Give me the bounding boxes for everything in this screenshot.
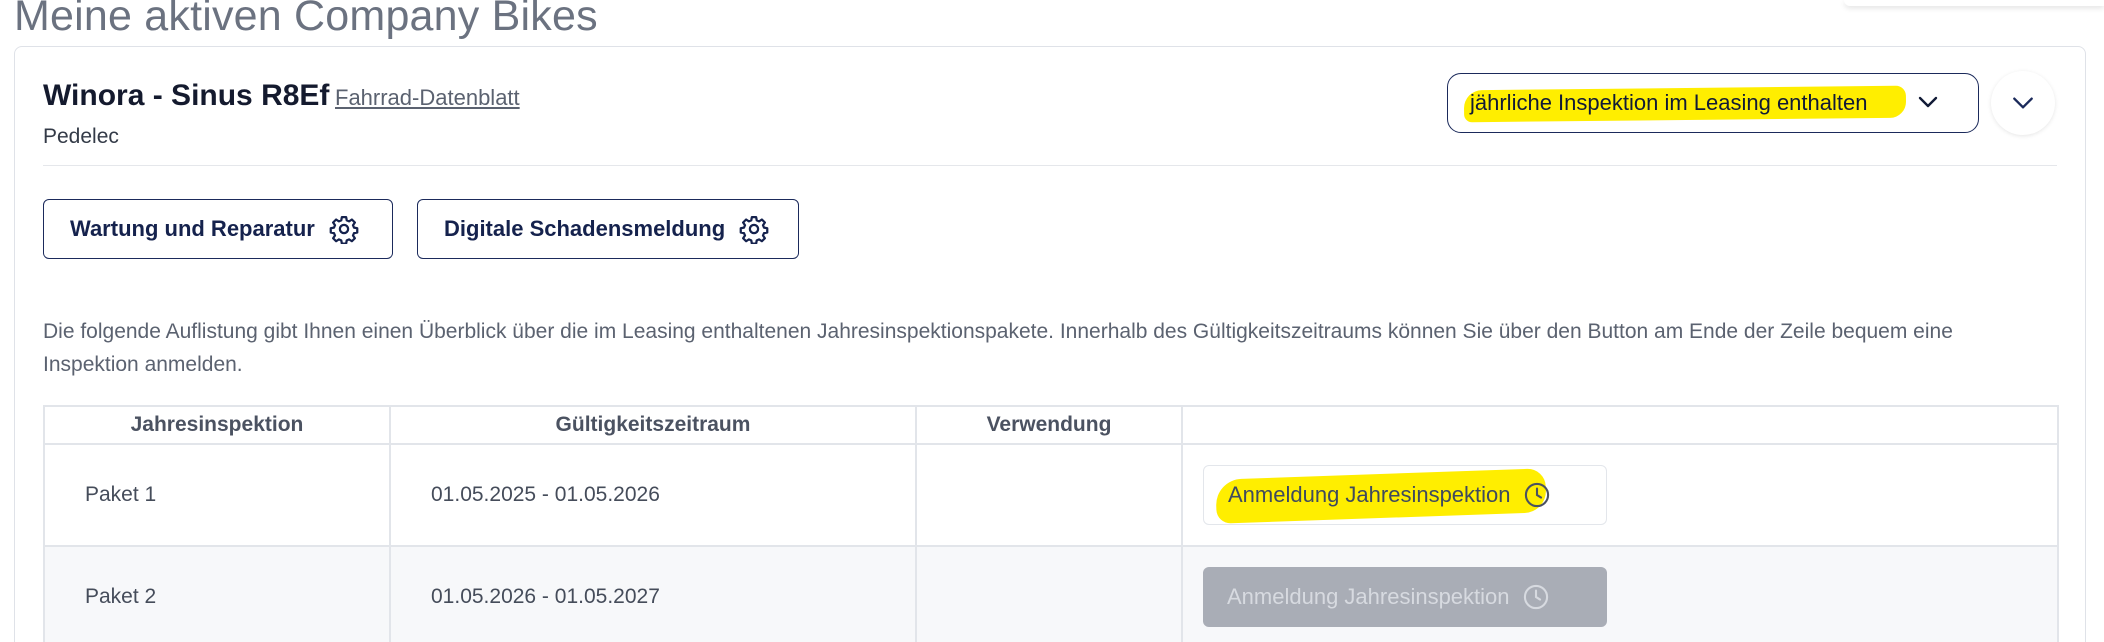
register-inspection-button[interactable]: Anmeldung Jahresinspektion bbox=[1203, 465, 1607, 525]
action-cell: Anmeldung Jahresinspektion bbox=[1183, 445, 2057, 545]
column-header bbox=[1183, 407, 2057, 443]
register-inspection-label: Anmeldung Jahresinspektion bbox=[1228, 482, 1511, 507]
period-cell: 01.05.2025 - 01.05.2026 bbox=[391, 445, 917, 545]
damage-report-button[interactable]: Digitale Schadensmeldung bbox=[417, 199, 799, 259]
collapse-card-button[interactable] bbox=[1991, 71, 2055, 135]
usage-cell bbox=[917, 445, 1183, 545]
intro-text: Die folgende Auflistung gibt Ihnen einen… bbox=[43, 320, 1953, 376]
inspection-select[interactable]: jährliche Inspektion im Leasing enthalte… bbox=[1447, 73, 1979, 133]
package-cell: Paket 1 bbox=[45, 445, 391, 545]
inspection-select-value: jährliche Inspektion im Leasing enthalte… bbox=[1470, 90, 1868, 115]
column-header: Verwendung bbox=[917, 407, 1183, 443]
bike-type: Pedelec bbox=[43, 125, 119, 148]
table-header-row: Jahresinspektion Gültigkeitszeitraum Ver… bbox=[45, 407, 2057, 445]
divider bbox=[43, 165, 2057, 166]
maintenance-button-label: Wartung und Reparatur bbox=[70, 216, 315, 241]
period-cell: 01.05.2026 - 01.05.2027 bbox=[391, 547, 917, 642]
table-row: Paket 2 01.05.2026 - 01.05.2027 Anmeldun… bbox=[45, 547, 2057, 642]
maintenance-button[interactable]: Wartung und Reparatur bbox=[43, 199, 393, 259]
bike-card: Winora - Sinus R8Ef Fahrrad-Datenblatt P… bbox=[14, 46, 2086, 642]
action-cell: Anmeldung Jahresinspektion bbox=[1183, 547, 2057, 642]
clock-icon bbox=[1524, 482, 1549, 508]
bike-name: Winora - Sinus R8Ef bbox=[43, 79, 330, 112]
column-header: Gültigkeitszeitraum bbox=[391, 407, 917, 443]
table-row: Paket 1 01.05.2025 - 01.05.2026 Anmeldun… bbox=[45, 445, 2057, 547]
gear-icon bbox=[329, 216, 359, 244]
datasheet-link[interactable]: Fahrrad-Datenblatt bbox=[335, 85, 520, 111]
gear-icon bbox=[739, 216, 769, 244]
usage-cell bbox=[917, 547, 1183, 642]
chevron-down-icon bbox=[1918, 96, 1938, 108]
register-inspection-button-disabled: Anmeldung Jahresinspektion bbox=[1203, 567, 1607, 627]
inspection-table: Jahresinspektion Gültigkeitszeitraum Ver… bbox=[43, 405, 2059, 642]
register-inspection-label: Anmeldung Jahresinspektion bbox=[1227, 584, 1510, 609]
popover-edge bbox=[1844, 0, 2104, 6]
column-header: Jahresinspektion bbox=[45, 407, 391, 443]
package-cell: Paket 2 bbox=[45, 547, 391, 642]
damage-report-button-label: Digitale Schadensmeldung bbox=[444, 216, 726, 241]
chevron-down-icon bbox=[2013, 97, 2033, 109]
clock-icon bbox=[1523, 584, 1548, 610]
page-title: Meine aktiven Company Bikes bbox=[14, 0, 598, 40]
